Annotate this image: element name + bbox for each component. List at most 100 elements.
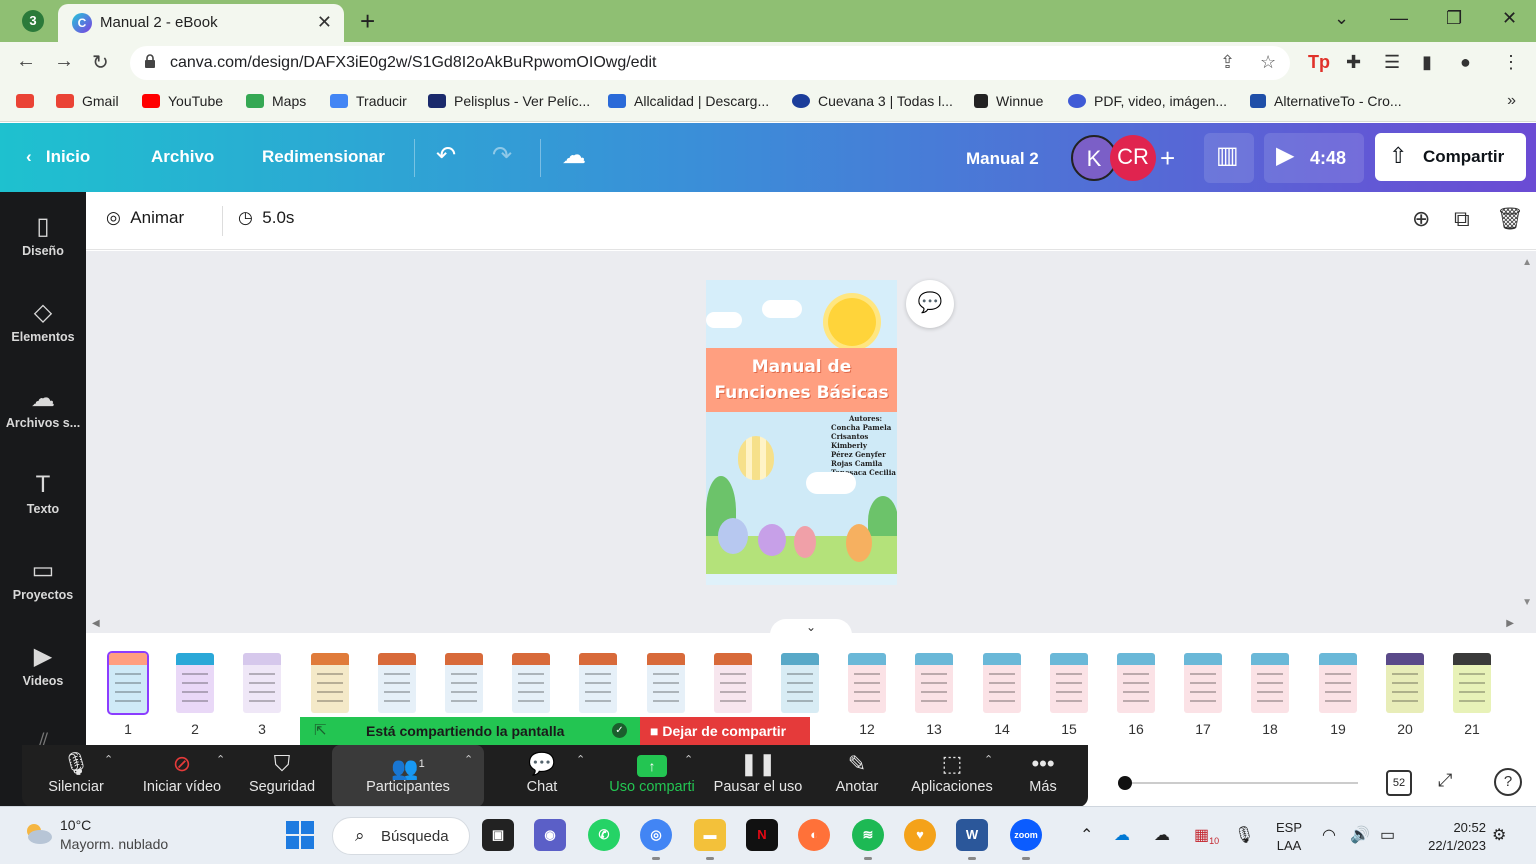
document-title[interactable]: Manual 2 <box>966 149 1039 169</box>
page-thumbnail[interactable] <box>915 653 953 713</box>
undo-icon[interactable]: ↶ <box>436 141 456 170</box>
taskbar-search[interactable]: ⌕ Búsqueda <box>332 817 470 855</box>
animate-button[interactable]: ◎ Animar <box>106 208 184 228</box>
profile-avatar-icon[interactable]: ● <box>1460 52 1471 73</box>
insights-button[interactable]: ▥ <box>1204 133 1254 183</box>
tab-search-chevron-icon[interactable]: ⌄ <box>1334 8 1349 29</box>
share-screen-button[interactable]: ↑ Uso comparti ⌃ <box>602 745 702 807</box>
bookmark-alternativeto[interactable]: AlternativeTo - Cro... <box>1250 93 1402 109</box>
scroll-left-arrow[interactable]: ◀ <box>92 618 100 629</box>
scroll-right-arrow[interactable]: ▶ <box>1506 618 1514 629</box>
close-window-button[interactable]: ✕ <box>1502 8 1517 29</box>
bookmark-cuevana[interactable]: Cuevana 3 | Todas l... <box>792 93 953 109</box>
bookmark-translate[interactable]: Traducir <box>330 93 407 109</box>
browser-tab-active[interactable]: C Manual 2 - eBook ✕ <box>58 4 344 42</box>
vpn-app-icon[interactable]: ♥ <box>904 819 936 851</box>
back-home-button[interactable]: ‹ Inicio <box>26 147 90 167</box>
close-tab-icon[interactable]: ✕ <box>317 12 332 33</box>
notifications-icon[interactable]: ⚙ <box>1492 825 1506 845</box>
page-thumbnail[interactable] <box>714 653 752 713</box>
design-page-cover[interactable]: Manual de Funciones Básicas Autores: Conc… <box>706 280 897 585</box>
page-thumbnail[interactable] <box>512 653 550 713</box>
chevron-up-icon[interactable]: ⌃ <box>216 753 225 766</box>
bookmark-star-icon[interactable]: ☆ <box>1260 52 1276 73</box>
duration-button[interactable]: ◷ 5.0s <box>238 208 294 228</box>
reload-button[interactable]: ↻ <box>92 50 109 75</box>
page-thumbnail[interactable] <box>848 653 886 713</box>
minimize-button[interactable]: — <box>1390 8 1408 29</box>
security-button[interactable]: ⛉ Seguridad <box>244 745 320 807</box>
page-thumbnail[interactable] <box>378 653 416 713</box>
restore-button[interactable]: ❐ <box>1446 8 1462 29</box>
extensions-puzzle-icon[interactable]: ✚ <box>1346 52 1361 73</box>
page-thumbnail[interactable] <box>1251 653 1289 713</box>
page-thumbnail[interactable] <box>1319 653 1357 713</box>
annotate-button[interactable]: ✎ Anotar <box>826 745 888 807</box>
start-video-button[interactable]: ⊘ Iniciar vídeo ⌃ <box>136 745 228 807</box>
chat-button[interactable]: 💬 Chat ⌃ <box>508 745 586 807</box>
sidebar-item-design[interactable]: ▯ Diseño <box>0 212 86 258</box>
page-thumbnail[interactable] <box>311 653 349 713</box>
system-clock[interactable]: 20:52 22/1/2023 <box>1416 819 1486 855</box>
page-count-button[interactable]: 52 <box>1386 770 1412 796</box>
zoom-slider-handle[interactable] <box>1118 776 1132 790</box>
language-indicator[interactable]: ESP LAA <box>1276 819 1302 855</box>
zoom-icon[interactable]: zoom <box>1010 819 1042 860</box>
bookmark-pdf[interactable]: PDF, video, imágen... <box>1068 93 1227 109</box>
page-thumbnail[interactable] <box>1386 653 1424 713</box>
more-button[interactable]: ••• Más <box>1022 745 1064 807</box>
sidebar-item-projects[interactable]: ▭ Proyectos <box>0 556 86 602</box>
scroll-up-arrow[interactable]: ▲ <box>1522 257 1532 268</box>
chevron-up-icon[interactable]: ⌃ <box>104 753 113 766</box>
volume-icon[interactable]: 🔊 <box>1350 825 1370 845</box>
show-hidden-icons-chevron[interactable]: ⌃ <box>1080 825 1093 845</box>
chevron-up-icon[interactable]: ⌃ <box>984 753 993 766</box>
wifi-icon[interactable]: ◠ <box>1322 825 1336 845</box>
bookmark-pelisplus[interactable]: Pelisplus - Ver Pelíc... <box>428 93 590 109</box>
firefox-icon[interactable]: ◐ <box>798 819 830 851</box>
apps-button[interactable]: ⬚ Aplicaciones ⌃ <box>908 745 996 807</box>
side-panel-icon[interactable]: ▮ <box>1422 52 1432 73</box>
extension-tp-icon[interactable]: Tp <box>1308 52 1330 73</box>
add-collaborator-icon[interactable]: + <box>1160 143 1175 174</box>
page-thumbnail[interactable] <box>1453 653 1491 713</box>
pause-share-button[interactable]: ❚❚ Pausar el uso <box>712 745 804 807</box>
share-button[interactable]: ⇧ Compartir <box>1375 133 1526 181</box>
forward-button[interactable]: → <box>54 50 74 73</box>
chevron-up-icon[interactable]: ⌃ <box>576 753 585 766</box>
duplicate-page-icon[interactable]: ⧉ <box>1454 206 1470 232</box>
sidebar-item-elements[interactable]: ◇ Elementos <box>0 298 86 344</box>
share-page-icon[interactable]: ⇪ <box>1220 52 1235 73</box>
page-thumbnail[interactable] <box>1050 653 1088 713</box>
file-explorer-icon[interactable]: ▬ <box>694 819 726 860</box>
teams-chat-icon[interactable]: ◉ <box>534 819 566 851</box>
netflix-icon[interactable]: N <box>746 819 778 851</box>
more-bookmarks-icon[interactable]: » <box>1507 92 1516 110</box>
task-view-icon[interactable]: ▣ <box>482 819 514 851</box>
microphone-tray-icon[interactable]: 🎙 <box>1234 825 1254 845</box>
redo-icon[interactable]: ↷ <box>492 141 512 170</box>
calendar-app-icon[interactable]: ▦10 <box>1194 825 1219 846</box>
bookmark-winnue[interactable]: Winnue <box>974 93 1043 109</box>
back-button[interactable]: ← <box>16 50 36 73</box>
page-thumbnail[interactable] <box>1184 653 1222 713</box>
page-thumbnail[interactable] <box>109 653 147 713</box>
chevron-up-icon[interactable]: ⌃ <box>684 753 693 766</box>
bookmark-youtube[interactable]: YouTube <box>142 93 223 109</box>
chrome-menu-icon[interactable]: ⋮ <box>1502 52 1520 73</box>
file-menu-button[interactable]: Archivo <box>151 147 214 167</box>
weather-temperature[interactable]: 10°C <box>60 817 91 833</box>
page-thumbnail[interactable] <box>176 653 214 713</box>
mute-button[interactable]: 🎙 Silenciar ⌃ <box>36 745 116 807</box>
whatsapp-icon[interactable]: ✆ <box>588 819 620 851</box>
cloud-saved-icon[interactable]: ☁ <box>562 141 586 170</box>
cloud-sync-icon[interactable]: ☁ <box>1154 825 1170 845</box>
zoom-slider-track[interactable] <box>1120 782 1358 784</box>
page-thumbnail[interactable] <box>983 653 1021 713</box>
sidebar-item-uploads[interactable]: ☁ Archivos s... <box>0 384 86 430</box>
add-comment-icon[interactable]: 💬 <box>906 280 954 328</box>
avatar-cr[interactable]: CR <box>1110 135 1156 181</box>
bookmark-allcalidad[interactable]: Allcalidad | Descarg... <box>608 93 769 109</box>
new-tab-button[interactable]: + <box>360 6 375 37</box>
onedrive-icon[interactable]: ☁ <box>1114 825 1130 845</box>
